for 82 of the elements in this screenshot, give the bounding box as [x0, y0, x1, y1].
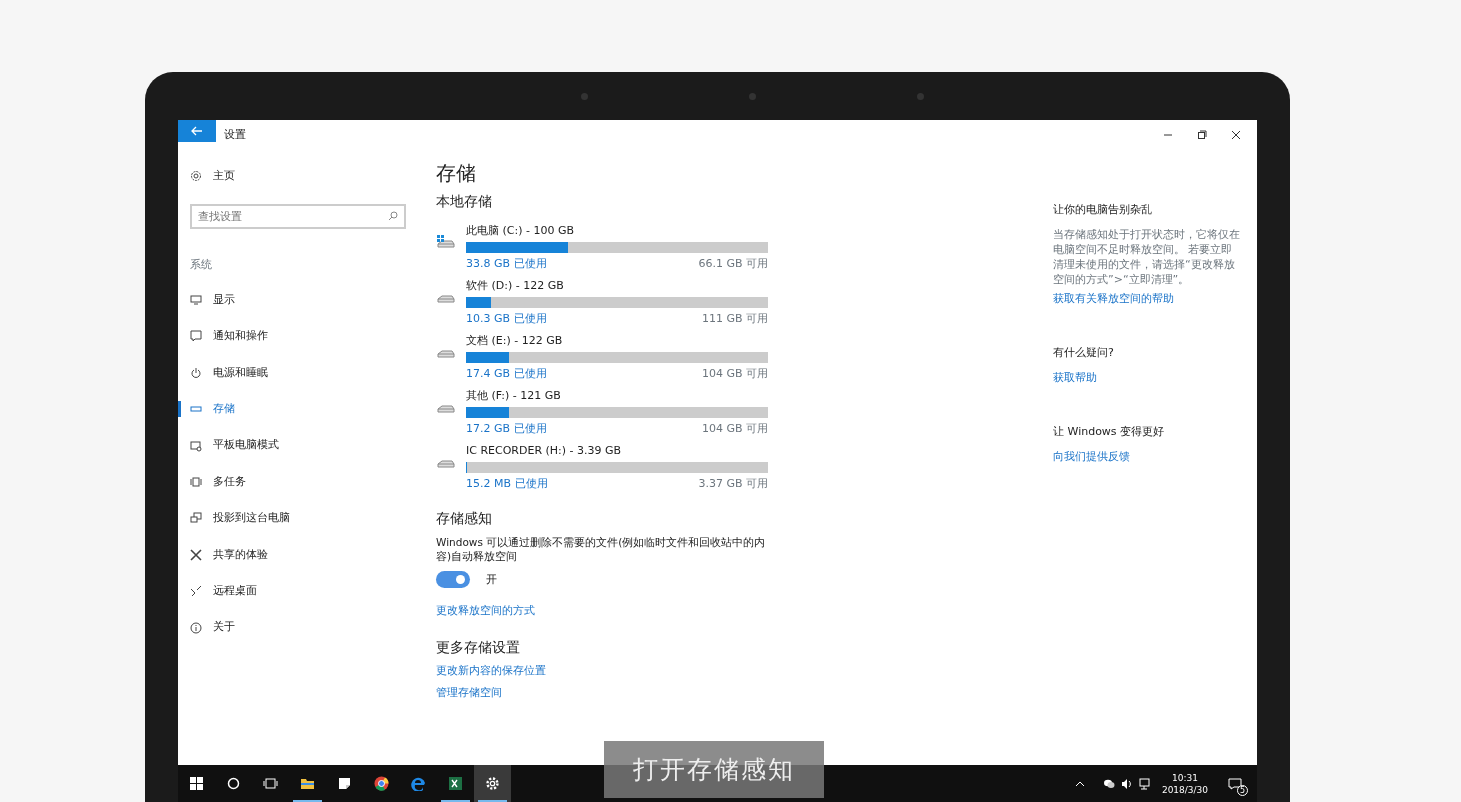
- notification-button[interactable]: 5: [1216, 765, 1253, 802]
- aside-text: 当存储感知处于打开状态时，它将仅在电脑空间不足时释放空间。 若要立即清理未使用的文件，请选择“更改释放空间的方式”>“立即清理”。: [1053, 226, 1241, 287]
- back-arrow-icon: [191, 126, 203, 136]
- free-space: 104 GB 可用: [701, 367, 768, 381]
- message-icon: [1227, 777, 1242, 790]
- video-subtitle: 打开存储感知: [604, 741, 824, 798]
- drive-name: 其他 (F:) - 121 GB: [466, 389, 562, 403]
- settings-link[interactable]: 更改新内容的保存位置: [436, 664, 768, 678]
- note-icon: [337, 776, 352, 791]
- task-view-icon: [263, 776, 278, 791]
- tablet-icon: [190, 439, 202, 452]
- sidebar-item[interactable]: 电源和睡眠: [178, 354, 406, 392]
- info-icon: [190, 621, 202, 634]
- sidebar-item[interactable]: 显示: [178, 281, 406, 319]
- speech-bubble-icon: [190, 330, 202, 343]
- power-icon: [190, 366, 202, 379]
- network-icon: [1139, 777, 1151, 790]
- used-space-link[interactable]: 15.2 MB 已使用: [466, 477, 548, 491]
- search-icon: [226, 776, 241, 791]
- free-space: 3.37 GB 可用: [698, 477, 768, 491]
- windows-logo-icon: [189, 776, 204, 791]
- camera-dot: [749, 92, 756, 100]
- used-space-link[interactable]: 33.8 GB 已使用: [466, 257, 547, 271]
- group-label: 系统: [190, 257, 213, 274]
- section-heading: 存储感知: [436, 511, 493, 525]
- help-link[interactable]: 向我们提供反馈: [1053, 448, 1130, 465]
- notification-count: 5: [1237, 785, 1248, 796]
- used-space-link[interactable]: 17.2 GB 已使用: [466, 422, 547, 436]
- drive-name: IC RECORDER (H:) - 3.39 GB: [466, 444, 623, 458]
- cross-arrows-icon: [190, 548, 202, 561]
- search-icon: [388, 211, 398, 222]
- sidebar-item[interactable]: 投影到这台电脑: [178, 500, 406, 537]
- sidebar-item[interactable]: 平板电脑模式: [178, 427, 406, 464]
- chat-bubble-icon: [1103, 777, 1115, 790]
- sidebar-item[interactable]: 远程桌面: [178, 573, 406, 610]
- window-title: 设置: [224, 126, 246, 143]
- help-link[interactable]: 获取有关释放空间的帮助: [1053, 290, 1174, 307]
- folder-icon: [300, 776, 315, 791]
- speaker-icon: [1121, 777, 1133, 790]
- sidebar-item[interactable]: 共享的体验: [178, 536, 406, 573]
- aside-heading: 有什么疑问?: [1053, 345, 1115, 361]
- sensor-dot: [581, 92, 588, 100]
- restore-icon: [1197, 130, 1207, 140]
- drive-name: 软件 (D:) - 122 GB: [466, 279, 565, 293]
- sensor-dot: [917, 92, 924, 100]
- settings-link[interactable]: 管理存储空间: [436, 686, 768, 700]
- remote-icon: [190, 585, 202, 598]
- close-icon: [1231, 130, 1241, 140]
- gear-icon: [190, 170, 202, 183]
- toggle-label: 开: [486, 572, 497, 587]
- search-field[interactable]: 查找设置: [190, 204, 406, 230]
- section-heading: 本地存储: [436, 194, 493, 208]
- monitor-icon: [190, 294, 202, 307]
- spreadsheet-icon: [448, 776, 463, 791]
- page-title: 存储: [436, 160, 477, 186]
- drive-name: 此电脑 (C:) - 100 GB: [466, 224, 575, 238]
- sidebar-item[interactable]: 通知和操作: [178, 318, 406, 355]
- free-space: 111 GB 可用: [701, 312, 768, 326]
- sidebar-item[interactable]: 关于: [178, 609, 406, 646]
- used-space-link[interactable]: 10.3 GB 已使用: [466, 312, 547, 326]
- free-space: 104 GB 可用: [701, 422, 768, 436]
- gear-icon: [485, 776, 500, 791]
- home-link[interactable]: 主页: [178, 158, 406, 195]
- projection-icon: [190, 512, 202, 525]
- aside-heading: 让 Windows 变得更好: [1053, 424, 1166, 440]
- free-space: 66.1 GB 可用: [698, 257, 768, 271]
- sidebar-item[interactable]: 存储: [178, 391, 406, 428]
- windows-stack-icon: [190, 476, 202, 489]
- sidebar-item[interactable]: 多任务: [178, 463, 406, 501]
- toggle-switch[interactable]: [436, 571, 470, 588]
- change-method-link[interactable]: 更改释放空间的方式: [436, 604, 535, 618]
- used-space-link[interactable]: 17.4 GB 已使用: [466, 367, 547, 381]
- drive-name: 文档 (E:) - 122 GB: [466, 334, 564, 348]
- section-heading: 更多存储设置: [436, 640, 521, 654]
- description: Windows 可以通过删除不需要的文件(例如临时文件和回收站中的内容)自动释放空间: [436, 535, 767, 563]
- taskbar-button[interactable]: [474, 765, 511, 802]
- aside-heading: 让你的电脑告别杂乱: [1053, 202, 1153, 218]
- back-button[interactable]: [178, 120, 216, 142]
- chrome-icon: [374, 776, 389, 791]
- browser-e-icon: [411, 776, 426, 791]
- clock[interactable]: 10:31 2018/3/30: [1154, 765, 1216, 802]
- help-link[interactable]: 获取帮助: [1053, 369, 1097, 386]
